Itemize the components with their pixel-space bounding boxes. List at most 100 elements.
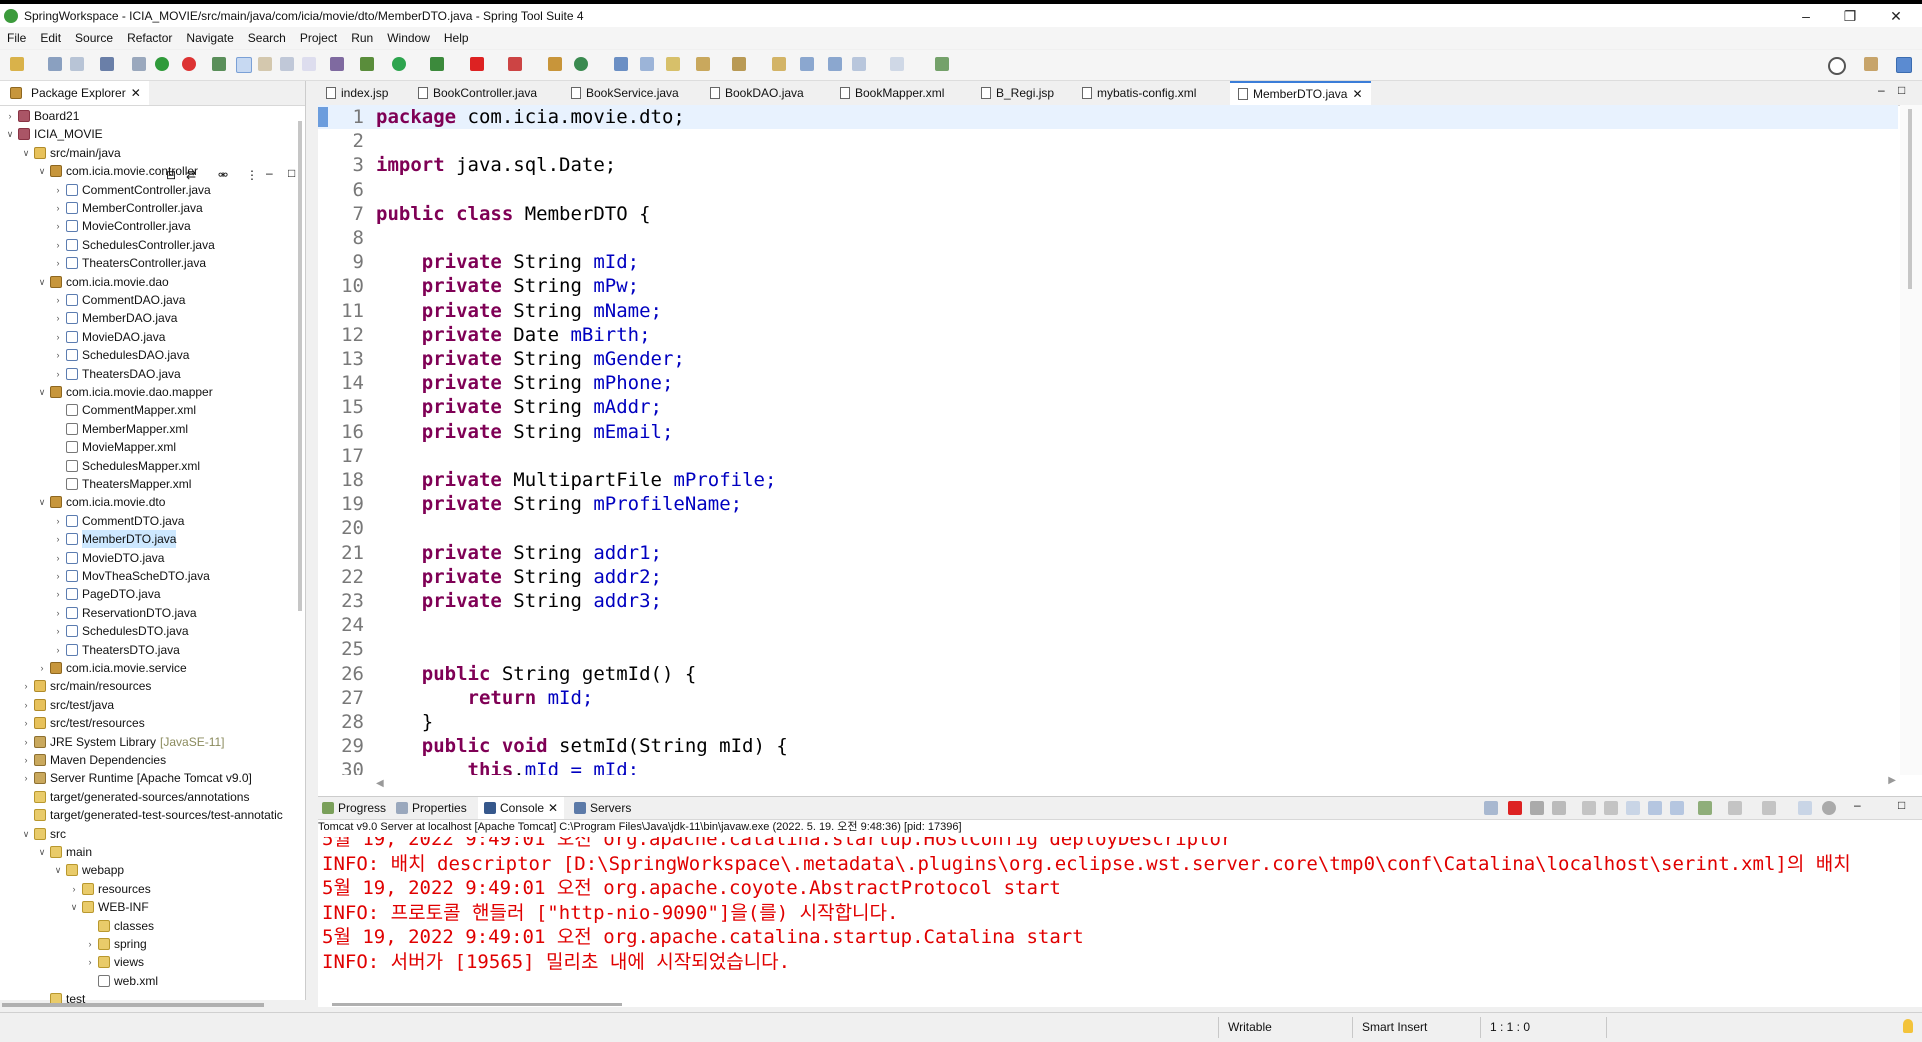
tree-node[interactable]: TheatersMapper.xml <box>52 475 191 493</box>
editor-vscrollbar[interactable] <box>1900 105 1922 775</box>
expand-toggle-icon[interactable]: ∨ <box>52 861 64 879</box>
menu-run[interactable]: Run <box>344 31 380 45</box>
menu-edit[interactable]: Edit <box>33 31 68 45</box>
expand-toggle-icon[interactable]: › <box>52 328 64 346</box>
tree-node[interactable]: ∨ src/main/java <box>20 144 121 162</box>
tree-node[interactable]: › TheatersController.java <box>52 254 207 272</box>
tree-node[interactable]: ∨ src <box>20 825 66 843</box>
tab-b-regi[interactable]: B_Regi.jsp <box>981 81 1054 105</box>
expand-toggle-icon[interactable]: › <box>52 181 64 199</box>
expand-toggle-icon[interactable]: ∨ <box>68 898 80 916</box>
tree-node[interactable]: › JRE System Library [JavaSE-11] <box>20 733 225 751</box>
open-perspective-icon[interactable] <box>1864 57 1878 71</box>
minimize-console-icon[interactable]: – <box>1854 798 1861 812</box>
tree-node[interactable]: web.xml <box>84 972 158 990</box>
tree-node[interactable]: › MovieController.java <box>52 217 191 235</box>
tree-node[interactable]: ∨ com.icia.movie.dto <box>36 493 166 511</box>
tab-console[interactable]: Console ✕ <box>478 797 565 819</box>
search-type-icon[interactable] <box>212 57 226 71</box>
pin-icon[interactable] <box>330 57 344 71</box>
pin-editor-icon[interactable] <box>772 57 786 71</box>
view-menu-icon[interactable]: ⋮ <box>246 168 258 182</box>
tree-node[interactable]: › Maven Dependencies <box>20 751 167 769</box>
open-console-icon[interactable] <box>1762 801 1776 815</box>
word-wrap-console-icon[interactable] <box>1626 801 1640 815</box>
expand-toggle-icon[interactable]: ∨ <box>36 493 48 511</box>
close-icon[interactable]: ✕ <box>131 81 141 105</box>
tree-node[interactable]: › SchedulesDAO.java <box>52 346 190 364</box>
tree-node[interactable]: ∨ ICIA_MOVIE <box>4 125 103 143</box>
tab-index-jsp[interactable]: index.jsp <box>326 81 388 105</box>
package-explorer-tab[interactable]: Package Explorer ✕ <box>0 81 149 105</box>
open-task-icon[interactable] <box>640 57 654 71</box>
tab-progress[interactable]: Progress <box>322 797 386 819</box>
expand-toggle-icon[interactable]: › <box>20 751 32 769</box>
tree-node[interactable]: › MemberDAO.java <box>52 309 178 327</box>
terminate-icon[interactable] <box>1508 801 1522 815</box>
pin-console-icon[interactable] <box>1698 801 1712 815</box>
console-hscrollbar[interactable] <box>332 1003 622 1006</box>
debug-icon[interactable] <box>360 57 374 71</box>
tree-node[interactable]: › CommentController.java <box>52 181 211 199</box>
tree-node[interactable]: MemberMapper.xml <box>52 420 188 438</box>
tree-node[interactable]: › CommentDTO.java <box>52 512 185 530</box>
expand-toggle-icon[interactable]: ∨ <box>36 383 48 401</box>
tab-bookdao[interactable]: BookDAO.java <box>710 81 804 105</box>
tree-node[interactable]: › MemberDTO.java <box>52 530 177 549</box>
menu-navigate[interactable]: Navigate <box>179 31 240 45</box>
whitespace-icon[interactable] <box>302 57 316 71</box>
expand-toggle-icon[interactable]: ∨ <box>36 162 48 180</box>
minimize-editor-icon[interactable]: – <box>1878 83 1885 97</box>
expand-toggle-icon[interactable]: › <box>52 217 64 235</box>
expand-toggle-icon[interactable]: › <box>84 953 96 971</box>
tree-node[interactable]: › com.icia.movie.service <box>36 659 187 677</box>
expand-toggle-icon[interactable]: › <box>84 935 96 953</box>
expand-toggle-icon[interactable]: › <box>52 236 64 254</box>
console-output[interactable]: 5월 19, 2022 9:49:01 오전 org.apache.catali… <box>318 837 1898 997</box>
tree-node[interactable]: ∨ webapp <box>52 861 124 879</box>
show-stderr-icon[interactable] <box>1670 801 1684 815</box>
expand-toggle-icon[interactable]: ∨ <box>4 125 16 143</box>
tree-node[interactable]: ∨ main <box>36 843 92 861</box>
code-editor[interactable]: 1 package com.icia.movie.dto; 2 3 import jav… <box>318 105 1898 775</box>
gear-icon[interactable] <box>1822 801 1836 815</box>
tree-node[interactable]: › resources <box>68 880 151 898</box>
tree-node[interactable]: › SchedulesDTO.java <box>52 622 189 640</box>
expand-toggle-icon[interactable]: › <box>52 254 64 272</box>
tree-node[interactable]: target/generated-sources/annotations <box>20 788 249 806</box>
tree-node[interactable]: ∨ WEB-INF <box>68 898 149 916</box>
tree-node[interactable]: › MemberController.java <box>52 199 203 217</box>
display-console-icon[interactable] <box>1728 801 1742 815</box>
tree-node[interactable]: › src/test/java <box>20 696 115 714</box>
save-all-icon[interactable] <box>70 57 84 71</box>
tree-node[interactable]: › TheatersDTO.java <box>52 641 180 659</box>
expand-toggle-icon[interactable]: › <box>52 512 64 530</box>
expand-toggle-icon[interactable]: › <box>52 604 64 622</box>
menu-project[interactable]: Project <box>293 31 344 45</box>
menu-file[interactable]: File <box>0 31 33 45</box>
minimize-icon[interactable]: – <box>1786 8 1826 24</box>
show-stdout-icon[interactable] <box>1648 801 1662 815</box>
remove-all-icon[interactable] <box>1552 801 1566 815</box>
tab-properties[interactable]: Properties <box>396 797 467 819</box>
expand-toggle-icon[interactable]: › <box>52 622 64 640</box>
minimize-view-icon[interactable]: – <box>266 166 273 180</box>
coverage-icon[interactable] <box>430 57 444 71</box>
menu-refactor[interactable]: Refactor <box>120 31 179 45</box>
open-type-icon[interactable] <box>614 57 628 71</box>
expand-toggle-icon[interactable]: › <box>20 769 32 787</box>
tree-node[interactable]: › MovTheaScheDTO.java <box>52 567 210 585</box>
tree-node[interactable]: › CommentDAO.java <box>52 291 186 309</box>
tree-hscrollbar[interactable] <box>2 1003 264 1007</box>
lightbulb-icon[interactable] <box>1903 1019 1913 1033</box>
expand-toggle-icon[interactable]: › <box>20 677 32 695</box>
expand-toggle-icon[interactable]: › <box>68 880 80 898</box>
new-class-icon[interactable] <box>574 57 588 71</box>
expand-toggle-icon[interactable]: › <box>20 714 32 732</box>
tree-node[interactable]: ∨ com.icia.movie.controller <box>36 162 198 180</box>
new-icon[interactable] <box>10 57 24 71</box>
remove-launch-icon[interactable] <box>1530 801 1544 815</box>
tree-node[interactable]: › SchedulesController.java <box>52 236 215 254</box>
tab-bookservice[interactable]: BookService.java <box>571 81 679 105</box>
scroll-lock-icon[interactable] <box>1604 801 1618 815</box>
